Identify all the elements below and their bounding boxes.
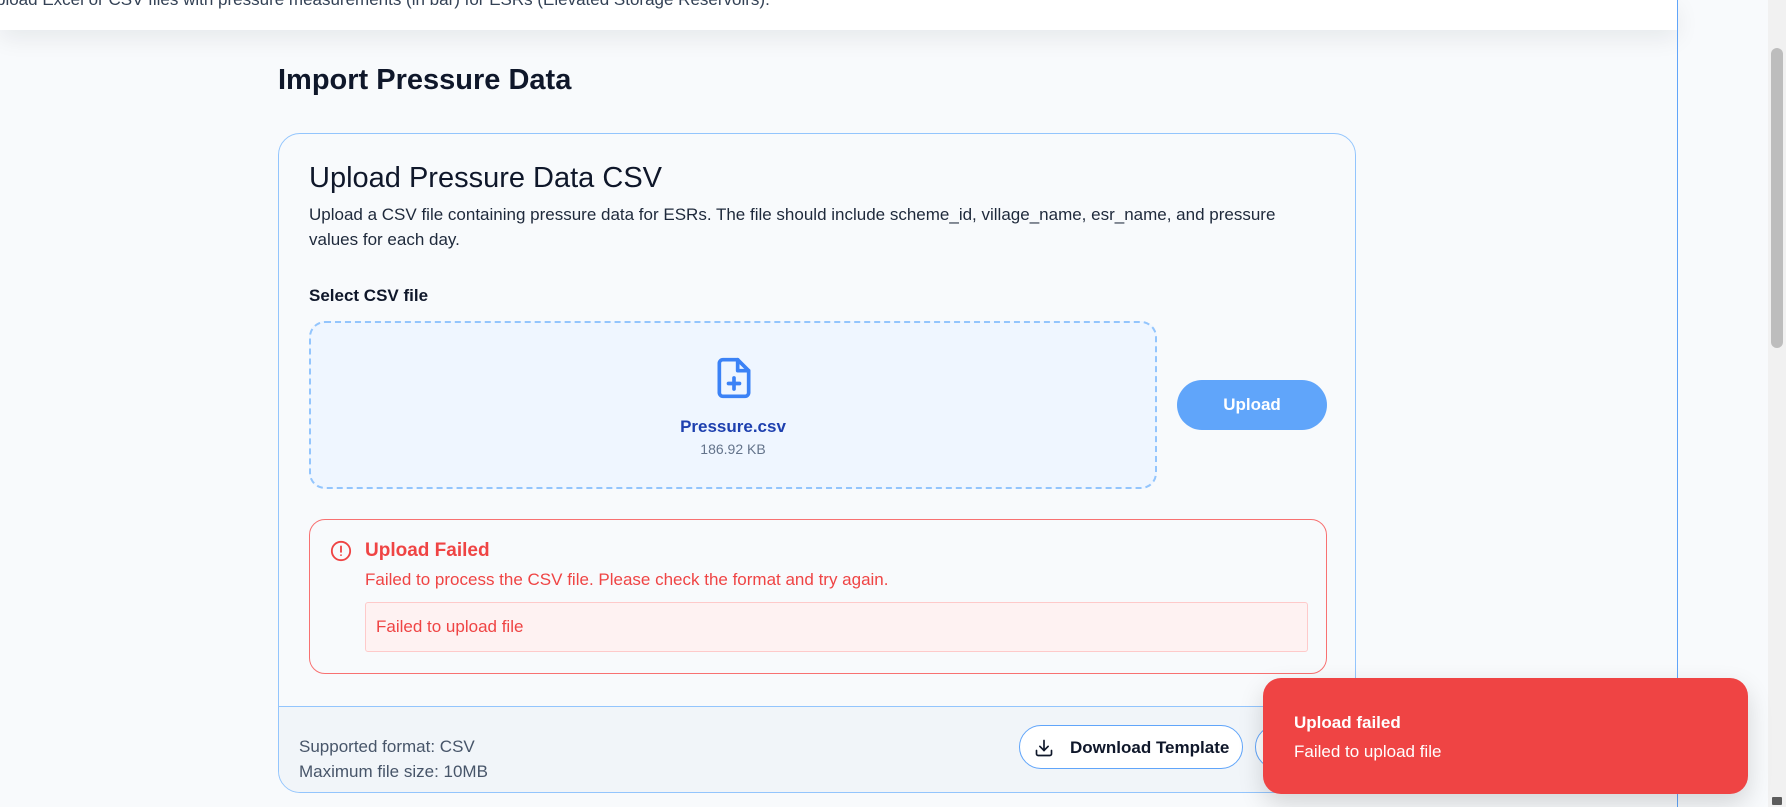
file-field-label: Select CSV file	[309, 286, 429, 305]
toast-message: Failed to upload file	[1294, 742, 1442, 761]
download-template-label: Download Template	[1070, 738, 1230, 757]
page-title: Import Pressure Data	[278, 64, 572, 96]
scroll-down-arrow[interactable]	[1772, 797, 1782, 805]
download-template-button[interactable]: Download Template	[1019, 725, 1243, 769]
page-subtitle: pload Excel or CSV files with pressure m…	[0, 0, 770, 10]
error-message: Failed to process the CSV file. Please c…	[365, 570, 889, 589]
selected-file-size: 186.92 KB	[700, 441, 766, 457]
card-title: Upload Pressure Data CSV	[309, 162, 662, 194]
scrollbar-thumb[interactable]	[1771, 48, 1783, 348]
file-dropzone[interactable]: Pressure.csv 186.92 KB	[309, 321, 1157, 489]
error-alert: Upload Failed Failed to process the CSV …	[309, 519, 1327, 674]
selected-file-name: Pressure.csv	[680, 417, 786, 436]
alert-circle-icon	[330, 540, 352, 562]
download-icon	[1035, 739, 1053, 757]
file-plus-icon	[717, 357, 751, 399]
max-size-text: Maximum file size: 10MB	[299, 762, 488, 781]
card-description: Upload a CSV file containing pressure da…	[309, 205, 1276, 249]
error-toast[interactable]: Upload failed Failed to upload file	[1263, 678, 1748, 794]
upload-card: Upload Pressure Data CSV Upload a CSV fi…	[278, 133, 1356, 793]
page-subtitle-banner: pload Excel or CSV files with pressure m…	[0, 0, 1677, 30]
scrollbar[interactable]	[1768, 0, 1786, 807]
error-detail: Failed to upload file	[365, 602, 1308, 652]
upload-button[interactable]: Upload	[1177, 380, 1327, 430]
card-footer: Supported format: CSV Maximum file size:…	[279, 706, 1355, 792]
supported-format-text: Supported format: CSV	[299, 737, 475, 756]
error-title: Upload Failed	[365, 540, 490, 561]
toast-title: Upload failed	[1294, 713, 1401, 732]
